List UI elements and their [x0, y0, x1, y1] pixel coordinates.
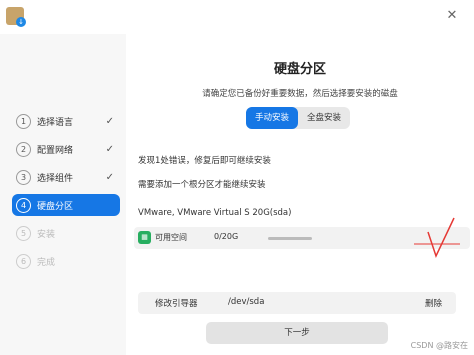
error-message: 发现1处错误，修复后即可继续安装	[138, 156, 271, 166]
next-button[interactable]: 下一步	[206, 322, 388, 344]
step-label: 选择组件	[37, 173, 74, 184]
step-number: 3	[16, 169, 31, 185]
check-icon: ✓	[105, 171, 114, 183]
close-button[interactable]: ✕	[444, 8, 460, 24]
tab-full-disk-install[interactable]: 全盘安装	[298, 107, 350, 129]
partition-usage-bar	[268, 237, 312, 240]
step-select-language[interactable]: 1 选择语言 ✓	[12, 110, 120, 132]
partition-label: 可用空间	[155, 233, 187, 242]
step-label: 硬盘分区	[37, 201, 74, 212]
step-label: 完成	[37, 257, 56, 268]
bootloader-row: 修改引导器 /dev/sda 删除	[138, 292, 456, 314]
tab-manual-install[interactable]: 手动安装	[246, 107, 299, 129]
step-install: 5 安装	[12, 222, 120, 244]
main-content: 硬盘分区 请确定您已备份好重要数据，然后选择要安装的磁盘 手动安装 全盘安装 发…	[126, 34, 474, 355]
red-checkmark-annotation	[414, 217, 460, 259]
step-label: 安装	[37, 229, 56, 240]
partition-size: 0/20G	[214, 232, 239, 241]
download-arrow-icon: ↓	[16, 17, 26, 27]
page-subtitle: 请确定您已备份好重要数据，然后选择要安装的磁盘	[202, 89, 398, 99]
watermark: CSDN @路安在	[410, 341, 468, 350]
title-bar: ↓ ✕	[0, 0, 474, 34]
disk-name: VMware, VMware Virtual S 20G(sda)	[138, 208, 292, 218]
delete-button[interactable]: 删除	[425, 297, 442, 309]
step-number: 6	[16, 253, 31, 269]
check-icon: ✓	[105, 115, 114, 127]
step-disk-partition[interactable]: 4 硬盘分区	[12, 194, 120, 216]
step-label: 配置网络	[37, 145, 74, 156]
step-configure-network[interactable]: 2 配置网络 ✓	[12, 138, 120, 160]
bootloader-device: /dev/sda	[228, 297, 265, 307]
partition-icon: ▦	[138, 231, 151, 244]
step-select-components[interactable]: 3 选择组件 ✓	[12, 166, 120, 188]
installer-window: ↓ ✕ 1 选择语言 ✓ 2 配置网络 ✓ 3 选择组件 ✓ 4 硬盘分区 5 …	[0, 0, 474, 355]
step-number: 5	[16, 225, 31, 241]
install-mode-tabs: 手动安装 全盘安装	[246, 107, 351, 129]
step-number: 1	[16, 113, 31, 129]
step-number: 4	[16, 197, 31, 213]
page-title: 硬盘分区	[273, 62, 326, 77]
sidebar-steps: 1 选择语言 ✓ 2 配置网络 ✓ 3 选择组件 ✓ 4 硬盘分区 5 安装 6…	[0, 34, 126, 355]
bootloader-label[interactable]: 修改引导器	[155, 297, 198, 309]
installer-app-icon: ↓	[6, 7, 26, 27]
step-label: 选择语言	[37, 117, 74, 128]
hint-message: 需要添加一个根分区才能继续安装	[138, 180, 266, 190]
step-number: 2	[16, 141, 31, 157]
step-complete: 6 完成	[12, 250, 120, 272]
check-icon: ✓	[105, 143, 114, 155]
